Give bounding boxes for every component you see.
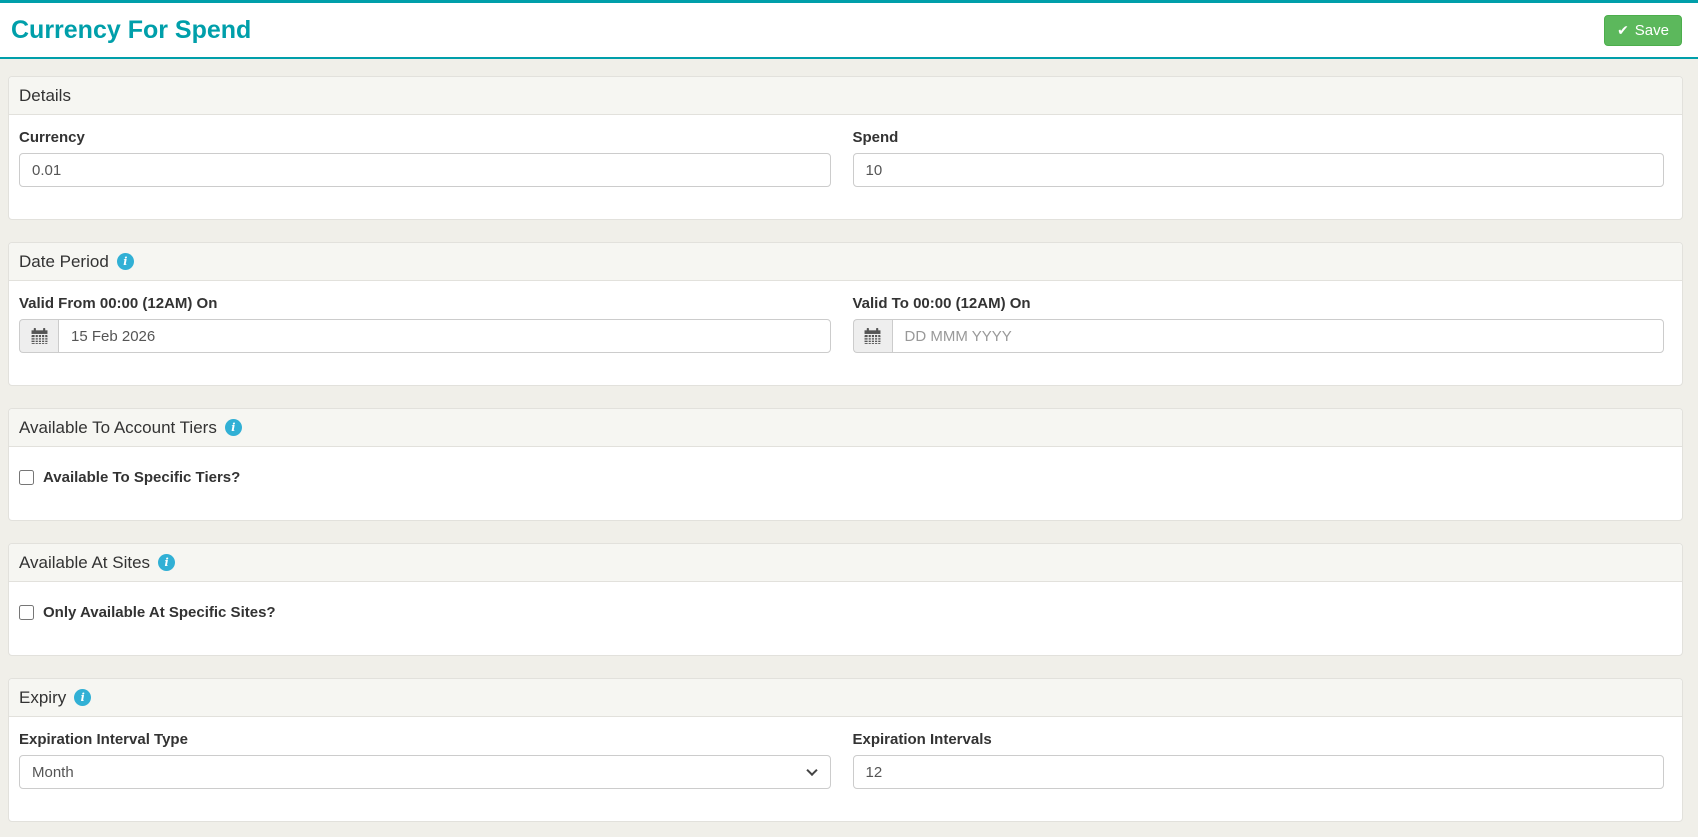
- panel-account-tiers-title: Available To Account Tiers: [19, 418, 217, 437]
- expiration-intervals-input[interactable]: [852, 755, 1664, 789]
- panel-expiry-title: Expiry: [19, 688, 67, 707]
- panel-account-tiers: Available To Account Tiers i Available T…: [8, 408, 1683, 521]
- panel-date-period-body: Valid From 00:00 (12AM) On 15 Feb 2026 V…: [9, 281, 1682, 385]
- account-tiers-info-icon[interactable]: i: [224, 419, 242, 436]
- page-title: Currency For Spend: [11, 15, 252, 44]
- intervals-label: Expiration Intervals: [852, 731, 992, 748]
- specific-sites-checkbox[interactable]: [19, 605, 34, 620]
- date-period-info-icon[interactable]: i: [116, 253, 134, 270]
- valid-to-label: Valid To 00:00 (12AM) On: [852, 295, 1031, 312]
- interval-type-field-group: Expiration Interval Type Month: [19, 731, 831, 789]
- valid-from-calendar-button[interactable]: [19, 319, 58, 353]
- panel-expiry: Expiry i Expiration Interval Type Month …: [8, 678, 1683, 822]
- valid-to-calendar-button[interactable]: [852, 319, 892, 353]
- currency-label: Currency: [19, 129, 85, 146]
- specific-tiers-checkbox-row[interactable]: Available To Specific Tiers?: [19, 469, 240, 486]
- currency-input[interactable]: [19, 153, 831, 187]
- calendar-icon: [864, 327, 881, 344]
- panel-date-period-title: Date Period: [19, 252, 109, 271]
- specific-tiers-checkbox-label: Available To Specific Tiers?: [43, 469, 241, 486]
- panel-date-period: Date Period i Valid From 00:00 (12AM) On: [8, 242, 1683, 386]
- specific-sites-checkbox-row[interactable]: Only Available At Specific Sites?: [19, 604, 276, 621]
- spend-input[interactable]: [852, 153, 1664, 187]
- check-icon: ✔: [1617, 22, 1629, 38]
- save-button-label: Save: [1634, 21, 1669, 39]
- valid-from-field-group: Valid From 00:00 (12AM) On: [19, 295, 831, 353]
- panel-expiry-heading: Expiry i: [9, 679, 1682, 717]
- specific-tiers-checkbox[interactable]: [19, 470, 34, 485]
- panel-expiry-body: Expiration Interval Type Month Expiratio…: [9, 717, 1682, 821]
- expiry-info-icon[interactable]: i: [74, 689, 92, 706]
- valid-from-date-input[interactable]: [58, 319, 831, 353]
- panel-account-tiers-body: Available To Specific Tiers?: [9, 447, 1682, 520]
- panel-details: Details Currency Spend: [8, 76, 1683, 220]
- panel-details-heading: Details: [9, 77, 1682, 115]
- specific-sites-checkbox-label: Only Available At Specific Sites?: [43, 604, 276, 621]
- panel-account-tiers-heading: Available To Account Tiers i: [9, 409, 1682, 447]
- save-button[interactable]: ✔ Save: [1604, 14, 1682, 46]
- interval-type-label: Expiration Interval Type: [19, 731, 188, 748]
- panel-date-period-heading: Date Period i: [9, 243, 1682, 281]
- expiration-interval-type-select[interactable]: Month: [19, 755, 831, 789]
- panel-details-body: Currency Spend: [9, 115, 1682, 219]
- panel-sites-body: Only Available At Specific Sites?: [9, 582, 1682, 655]
- valid-from-label: Valid From 00:00 (12AM) On: [19, 295, 218, 312]
- panel-details-title: Details: [19, 86, 71, 105]
- panel-sites: Available At Sites i Only Available At S…: [8, 543, 1683, 656]
- panel-sites-heading: Available At Sites i: [9, 544, 1682, 582]
- panel-sites-title: Available At Sites: [19, 553, 151, 572]
- calendar-icon: [31, 327, 47, 344]
- spend-label: Spend: [852, 129, 899, 146]
- spend-field-group: Spend: [852, 129, 1664, 187]
- valid-to-date-input[interactable]: [891, 319, 1664, 353]
- intervals-field-group: Expiration Intervals: [852, 731, 1664, 789]
- valid-to-field-group: Valid To 00:00 (12AM) On: [852, 295, 1664, 353]
- sites-info-icon[interactable]: i: [158, 554, 176, 571]
- main-content: Details Currency Spend Date Period i: [0, 59, 1698, 835]
- page-header: Currency For Spend ✔ Save: [0, 0, 1698, 59]
- currency-field-group: Currency: [19, 129, 831, 187]
